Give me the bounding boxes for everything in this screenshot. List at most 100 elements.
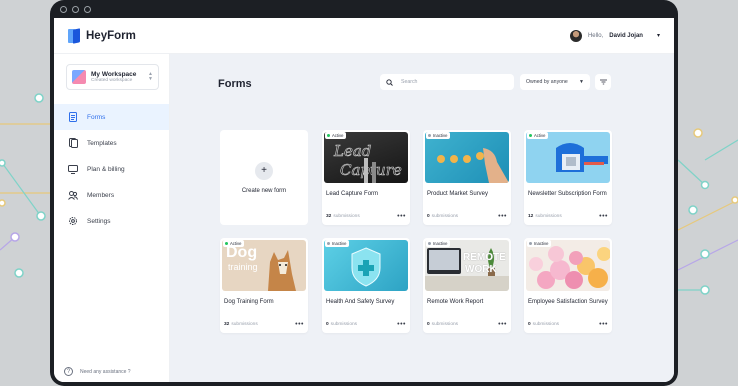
chevron-down-icon: ▾ [656,33,660,39]
form-card[interactable]: Active Newsletter Subscription Form 12 su… [524,130,612,225]
form-thumbnail: REMOTE WORK [425,240,509,291]
status-badge: Inactive [426,132,451,139]
submissions-count: 0 submissions [427,214,459,219]
thumbnail-text: WORK [465,264,497,275]
window-maximize-dot[interactable] [84,5,91,13]
form-card[interactable]: REMOTE WORK Inactive Remote Work Report … [423,238,511,333]
status-badge: Inactive [325,240,350,247]
submissions-count: 0 submissions [427,322,459,327]
filter-icon [599,79,607,85]
window-close-dot[interactable] [60,5,67,13]
window-titlebar [54,0,674,18]
status-badge: Active [325,132,347,139]
page-title: Forms [218,78,252,90]
submissions-count: 12 submissions [528,214,562,219]
sidebar-item-members[interactable]: Members [54,182,169,208]
form-thumbnail [526,240,610,291]
more-options-icon[interactable]: ••• [498,321,507,328]
submissions-count: 0 submissions [528,322,560,327]
sidebar-item-label: Plan & billing [87,165,125,173]
form-card[interactable]: Inactive Product Market Survey 0 submissi… [423,130,511,225]
sidebar-nav: Forms Templates Plan & billing Members S… [54,104,169,234]
form-card[interactable]: Inactive Employee Satisfaction Survey 0s… [524,238,612,333]
sidebar-item-label: Forms [87,113,106,121]
logo[interactable]: HeyForm [68,27,136,44]
sidebar-item-label: Templates [87,139,117,147]
submissions-count: 32 submissions [326,214,360,219]
status-badge: Active [527,132,549,139]
more-options-icon[interactable]: ••• [498,213,507,220]
members-icon [68,190,78,200]
thumbnail-text: REMOTE [463,252,506,263]
submissions-count: 32 submissions [224,322,258,327]
status-badge: Inactive [426,240,451,247]
submissions-count: 0 submissions [326,322,358,327]
create-form-label: Create new form [241,187,287,194]
workspace-subtitle: Created workspace [91,78,133,83]
sidebar: My Workspace Created workspace ▲ ▼ Forms … [54,54,170,382]
workspace-switcher[interactable]: My Workspace Created workspace ▲ ▼ [66,64,159,90]
form-title: Health And Safety Survey [326,299,395,305]
sidebar-item-label: Members [87,191,115,199]
form-card[interactable]: Dog training Active Dog Training Form 32… [220,238,308,333]
help-label: Need any assistance ? [80,368,131,375]
sidebar-item-settings[interactable]: Settings [54,208,169,234]
main-content: Forms Search Owned by anyone ▼ + Create … [170,54,674,382]
heyform-logo-icon [68,27,80,44]
sidebar-item-forms[interactable]: Forms [54,104,169,130]
plus-icon: + [255,161,273,180]
search-icon [386,78,393,86]
brand-name: HeyForm [86,29,136,42]
more-options-icon[interactable]: ••• [397,213,406,220]
form-card[interactable]: Lead Capture Active Lead Capture Form 32… [322,130,410,225]
more-options-icon[interactable]: ••• [295,321,304,328]
form-title: Remote Work Report [427,299,484,305]
user-greeting: Hello, [587,32,604,39]
gear-icon [68,216,78,226]
top-bar: HeyForm Hello, David Jojan ▾ [54,18,674,54]
help-icon: ? [64,367,73,376]
chevron-updown-icon: ▲ ▼ [148,71,153,82]
svg-text:Lead: Lead [333,142,371,160]
sidebar-item-templates[interactable]: Templates [54,130,169,156]
workspace-name: My Workspace [91,71,137,78]
sidebar-item-label: Settings [87,217,111,225]
form-title: Lead Capture Form [326,191,379,197]
help-link[interactable]: ? Need any assistance ? [64,367,131,376]
form-title: Product Market Survey [427,191,489,197]
workspace-logo-icon [72,70,86,84]
monitor-icon [68,164,78,174]
user-name: David Jojan [609,32,643,39]
form-card[interactable]: Inactive Health And Safety Survey 0 submi… [322,238,410,333]
form-title: Dog Training Form [224,299,274,305]
form-thumbnail [425,132,509,183]
sidebar-item-plan-billing[interactable]: Plan & billing [54,156,169,182]
avatar [569,29,582,42]
filter-button[interactable] [595,74,611,90]
more-options-icon[interactable]: ••• [397,321,406,328]
user-menu[interactable]: Hello, David Jojan ▾ [569,29,660,42]
templates-icon [68,138,78,148]
owner-filter-value: Owned by anyone [526,79,568,85]
browser-window: HeyForm Hello, David Jojan ▾ My Workspac… [50,0,678,386]
chevron-down-icon: ▼ [579,79,584,85]
owner-filter-select[interactable]: Owned by anyone ▼ [520,74,590,90]
search-input[interactable]: Search [380,74,514,90]
window-minimize-dot[interactable] [72,5,79,13]
thumbnail-text: training [228,262,258,272]
form-title: Employee Satisfaction Survey [528,299,608,305]
create-new-form-card[interactable]: + Create new form [220,130,308,225]
form-thumbnail: Lead Capture [324,132,408,183]
status-badge: Active [223,240,245,247]
document-icon [68,112,78,122]
form-title: Newsletter Subscription Form [528,191,607,197]
more-options-icon[interactable]: ••• [599,213,608,220]
search-placeholder: Search [401,79,418,85]
status-badge: Inactive [527,240,552,247]
form-thumbnail [526,132,610,183]
form-thumbnail [324,240,408,291]
form-thumbnail: Dog training [222,240,306,291]
more-options-icon[interactable]: ••• [599,321,608,328]
svg-text:Capture: Capture [340,161,402,179]
app: HeyForm Hello, David Jojan ▾ My Workspac… [54,18,674,382]
